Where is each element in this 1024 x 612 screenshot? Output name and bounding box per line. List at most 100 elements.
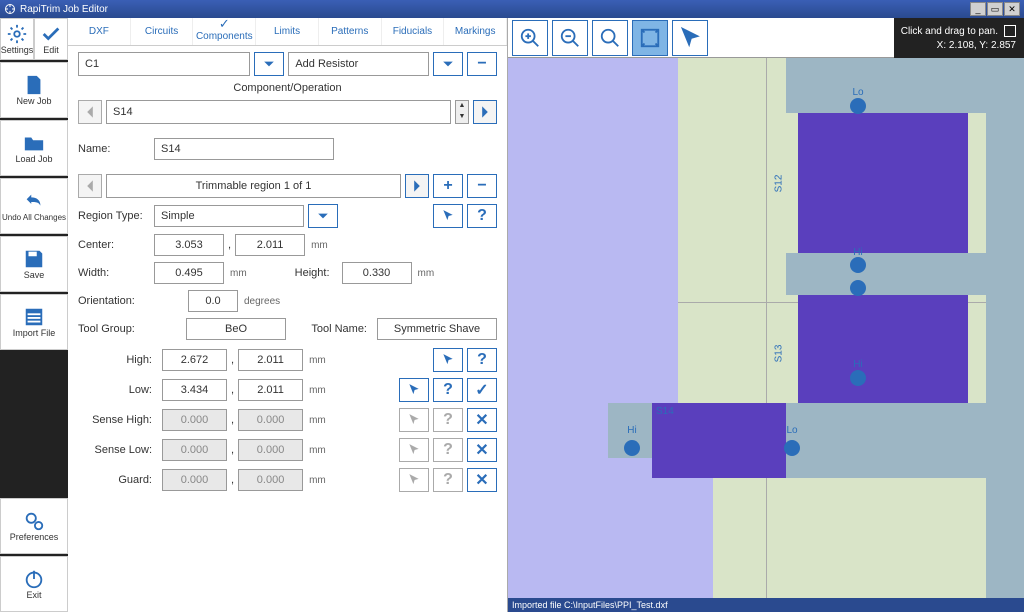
pan-icon [1004, 25, 1016, 37]
node-label-hi-3: Hi [627, 425, 636, 436]
sense-low-y-input: 0.000 [238, 439, 303, 461]
add-region-button[interactable]: + [433, 174, 463, 198]
node-label-hi-2: Hi [853, 359, 862, 370]
high-help-button[interactable]: ? [467, 348, 497, 372]
guard-pointer-button [399, 468, 429, 492]
tab-circuits[interactable]: Circuits [131, 18, 194, 45]
node-hi-4[interactable] [624, 440, 640, 456]
canvas[interactable]: Lo Hi Hi Lo Hi S12 S13 S14 [508, 58, 1024, 598]
tab-limits[interactable]: Limits [256, 18, 319, 45]
node-lo-2[interactable] [784, 440, 800, 456]
node-hi-3[interactable] [850, 370, 866, 386]
low-pointer-button[interactable] [399, 378, 429, 402]
next-region-button[interactable] [405, 174, 429, 198]
file-icon [23, 74, 45, 96]
orientation-label: Orientation: [78, 295, 150, 307]
next-item-button[interactable] [473, 100, 497, 124]
undo-button[interactable]: Undo All Changes [0, 178, 68, 234]
fit-button[interactable] [632, 20, 668, 56]
region-label-s13: S13 [773, 345, 784, 363]
region-help-button[interactable]: ? [467, 204, 497, 228]
region-type-select[interactable]: Simple [154, 205, 304, 227]
co-label: Component/Operation [78, 82, 497, 94]
height-input[interactable]: 0.330 [342, 262, 412, 284]
tab-dxf[interactable]: DXF [68, 18, 131, 45]
sense-low-x-input: 0.000 [162, 439, 227, 461]
power-icon [23, 568, 45, 590]
sense-high-y-input: 0.000 [238, 409, 303, 431]
tool-name-input[interactable]: Symmetric Shave [377, 318, 497, 340]
prev-region-button[interactable] [78, 174, 102, 198]
component-dropdown-button[interactable] [254, 52, 284, 76]
low-confirm-button[interactable]: ✓ [467, 378, 497, 402]
width-input[interactable]: 0.495 [154, 262, 224, 284]
import-button[interactable]: Import File [0, 294, 68, 350]
operation-select[interactable]: Add Resistor [288, 52, 429, 76]
sense-high-clear-button[interactable]: ✕ [467, 408, 497, 432]
pan-hint: Click and drag to pan. [901, 26, 998, 37]
tab-fiducials[interactable]: Fiducials [382, 18, 445, 45]
guard-help-button: ? [433, 468, 463, 492]
item-name-display: S14 [106, 100, 451, 124]
high-y-input[interactable]: 2.011 [238, 349, 303, 371]
tool-name-label: Tool Name: [311, 323, 367, 335]
settings-button[interactable]: Settings [0, 18, 34, 60]
exit-button[interactable]: Exit [0, 556, 68, 612]
center-x-input[interactable]: 3.053 [154, 234, 224, 256]
minimize-button[interactable]: _ [970, 2, 986, 16]
high-pointer-button[interactable] [433, 348, 463, 372]
node-lo-1[interactable] [850, 98, 866, 114]
check-icon: ✓ [219, 16, 230, 32]
tab-components[interactable]: ✓Components [193, 18, 256, 45]
save-button[interactable]: Save [0, 236, 68, 292]
node-hi-2[interactable] [850, 280, 866, 296]
component-select[interactable]: C1 [78, 52, 250, 76]
remove-operation-button[interactable]: − [467, 52, 497, 76]
prev-item-button[interactable] [78, 100, 102, 124]
region-display: Trimmable region 1 of 1 [106, 174, 401, 198]
zoom-out-button[interactable] [552, 20, 588, 56]
node-label-lo: Lo [852, 87, 863, 98]
tool-group-input[interactable]: BeO [186, 318, 286, 340]
zoom-button[interactable] [592, 20, 628, 56]
guard-y-input: 0.000 [238, 469, 303, 491]
node-label-lo-2: Lo [786, 425, 797, 436]
sense-low-help-button: ? [433, 438, 463, 462]
maximize-button[interactable]: ▭ [987, 2, 1003, 16]
save-icon [23, 248, 45, 270]
pointer-button[interactable] [672, 20, 708, 56]
tab-markings[interactable]: Markings [444, 18, 507, 45]
tab-patterns[interactable]: Patterns [319, 18, 382, 45]
window-title: RapiTrim Job Editor [20, 4, 108, 15]
orientation-input[interactable]: 0.0 [188, 290, 238, 312]
region-label-s14: S14 [656, 406, 674, 417]
new-job-button[interactable]: New Job [0, 62, 68, 118]
guard-clear-button[interactable]: ✕ [467, 468, 497, 492]
guard-x-input: 0.000 [162, 469, 227, 491]
center-y-input[interactable]: 2.011 [235, 234, 305, 256]
remove-region-button[interactable]: − [467, 174, 497, 198]
center-label: Center: [78, 239, 150, 251]
undo-icon [23, 191, 45, 213]
title-bar: RapiTrim Job Editor _ ▭ ✕ [0, 0, 1024, 18]
edit-button[interactable]: Edit [34, 18, 68, 60]
name-label: Name: [78, 143, 150, 155]
zoom-in-button[interactable] [512, 20, 548, 56]
close-button[interactable]: ✕ [1004, 2, 1020, 16]
load-job-button[interactable]: Load Job [0, 120, 68, 176]
low-help-button[interactable]: ? [433, 378, 463, 402]
form-panel: DXF Circuits ✓Components Limits Patterns… [68, 18, 508, 612]
low-x-input[interactable]: 3.434 [162, 379, 227, 401]
item-stepper[interactable]: ▲▼ [455, 100, 469, 124]
import-icon [23, 306, 45, 328]
region-pointer-button[interactable] [433, 204, 463, 228]
node-hi-1[interactable] [850, 257, 866, 273]
region-type-dropdown-button[interactable] [308, 204, 338, 228]
sense-low-clear-button[interactable]: ✕ [467, 438, 497, 462]
low-y-input[interactable]: 2.011 [238, 379, 303, 401]
operation-dropdown-button[interactable] [433, 52, 463, 76]
name-input[interactable]: S14 [154, 138, 334, 160]
preferences-button[interactable]: Preferences [0, 498, 68, 554]
sense-low-pointer-button [399, 438, 429, 462]
high-x-input[interactable]: 2.672 [162, 349, 227, 371]
